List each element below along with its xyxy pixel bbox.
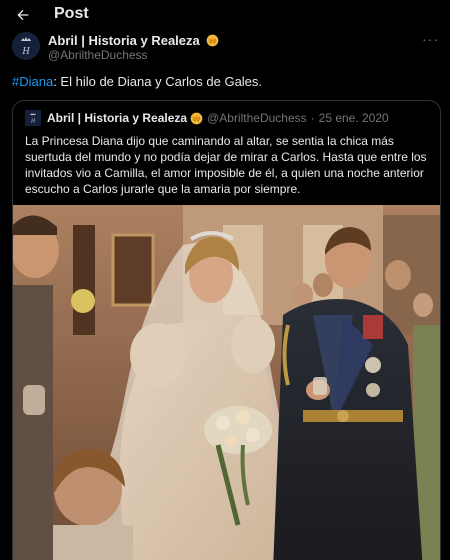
back-button[interactable] bbox=[12, 4, 34, 26]
crown-emoji-icon bbox=[207, 34, 219, 47]
royal-monogram-icon: H bbox=[25, 110, 41, 126]
quoted-text: La Princesa Diana dijo que caminando al … bbox=[25, 134, 427, 196]
quoted-header: H Abril | Historia y Realeza @AbriltheDu… bbox=[25, 109, 389, 127]
quoted-date: 25 ene. 2020 bbox=[318, 111, 389, 125]
royal-monogram-icon: H bbox=[12, 32, 40, 60]
svg-text:H: H bbox=[21, 46, 30, 57]
quoted-separator: · bbox=[310, 111, 315, 125]
arrow-left-icon bbox=[17, 9, 29, 21]
page-title: Post bbox=[54, 5, 89, 22]
avatar[interactable]: H bbox=[12, 32, 40, 60]
crown-emoji-icon bbox=[190, 112, 203, 124]
more-options-button[interactable]: ··· bbox=[422, 31, 439, 48]
tweet-body: : El hilo de Diana y Carlos de Gales. bbox=[53, 74, 263, 89]
author-row: H Abril | Historia y Realeza @AbriltheDu… bbox=[12, 32, 438, 64]
hashtag-link[interactable]: #Diana bbox=[12, 74, 53, 89]
more-horizontal-icon: ··· bbox=[422, 31, 439, 47]
tweet-text: #Diana: El hilo de Diana y Carlos de Gal… bbox=[12, 74, 438, 89]
wedding-photo-illustration bbox=[13, 205, 440, 560]
quoted-avatar: H bbox=[25, 110, 41, 126]
quoted-tweet[interactable]: H Abril | Historia y Realeza @AbriltheDu… bbox=[12, 100, 441, 560]
top-bar: Post bbox=[0, 0, 450, 30]
quoted-author-name: Abril | Historia y Realeza bbox=[47, 111, 188, 125]
author-name[interactable]: Abril | Historia y Realeza bbox=[48, 33, 219, 48]
quoted-author-handle: @AbriltheDuchess bbox=[207, 111, 307, 125]
svg-text:H: H bbox=[30, 119, 36, 125]
wedding-photo[interactable] bbox=[13, 205, 440, 560]
author-handle[interactable]: @AbriltheDuchess bbox=[48, 48, 148, 62]
